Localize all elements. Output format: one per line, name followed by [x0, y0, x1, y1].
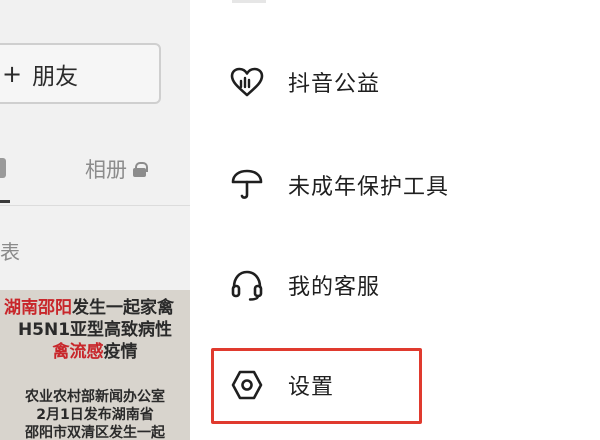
charity-heart-icon	[228, 63, 266, 101]
menu-item-label: 未成年保护工具	[288, 175, 450, 200]
settings-highlight-box	[211, 348, 422, 424]
tab-active-indicator	[0, 200, 10, 203]
menu-item-label: 抖音公益	[288, 72, 381, 97]
list-section-label: 表	[0, 240, 20, 264]
lock-icon	[133, 161, 148, 177]
drawer-top-edge	[232, 0, 266, 3]
menu-item-charity[interactable]: 抖音公益	[190, 52, 600, 112]
profile-tab-row: 相册	[0, 150, 190, 203]
thumbnail-line-1: 湖南邵阳发生一起家禽	[4, 298, 174, 318]
tab-divider	[0, 205, 190, 206]
tab-partial-icon[interactable]	[0, 158, 6, 178]
thumbnail-line-3: 禽流感疫情	[52, 342, 138, 362]
thumbnail-line-2: H5N1亚型高致病性	[17, 320, 173, 340]
background-profile-page: + 朋友 相册 表 湖南邵阳发生一起家禽 H5N1亚型高致病性 禽流感疫情 农业…	[0, 0, 190, 440]
tab-album-label: 相册	[85, 158, 127, 182]
menu-item-customer-service[interactable]: 我的客服	[190, 255, 600, 315]
menu-item-label: 我的客服	[288, 275, 381, 300]
headset-icon	[228, 266, 266, 304]
thumbnail-line-6: 邵阳市双清区发生一起	[25, 425, 165, 440]
menu-item-minor-protection[interactable]: 未成年保护工具	[190, 155, 600, 215]
tab-album[interactable]: 相册	[85, 154, 148, 184]
thumbnail-line-4: 农业农村部新闻办公室	[25, 389, 165, 405]
plus-icon: +	[2, 59, 23, 88]
add-friend-label: 朋友	[32, 63, 79, 90]
add-friend-button[interactable]: + 朋友	[0, 43, 161, 104]
video-thumbnail[interactable]: 湖南邵阳发生一起家禽 H5N1亚型高致病性 禽流感疫情 农业农村部新闻办公室 2…	[0, 290, 190, 440]
thumbnail-line-5: 2月1日发布湖南省	[36, 407, 154, 423]
umbrella-icon	[228, 166, 266, 204]
